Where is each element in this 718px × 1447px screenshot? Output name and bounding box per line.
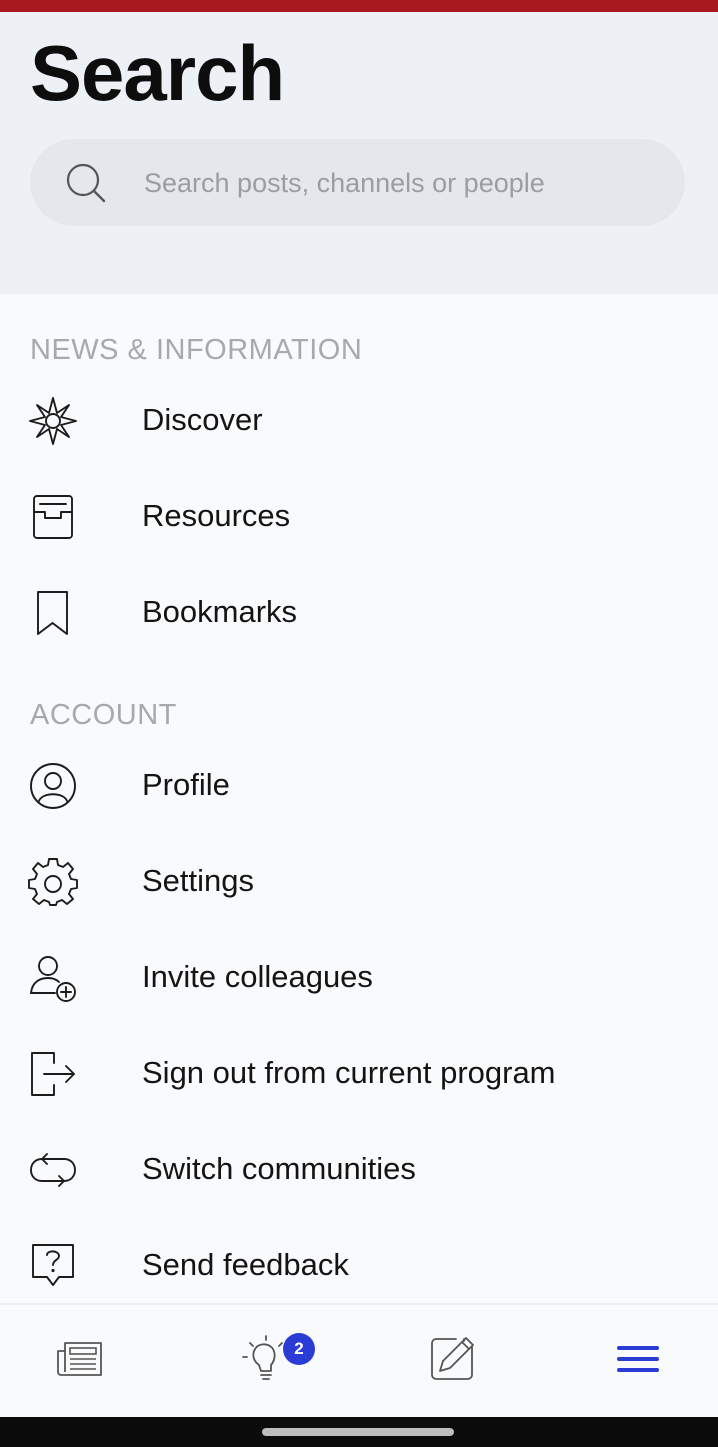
gesture-handle[interactable] bbox=[262, 1428, 454, 1436]
nav-feed-button[interactable] bbox=[18, 1305, 138, 1417]
compose-pencil-icon bbox=[428, 1335, 476, 1383]
section-title-account: ACCOUNT bbox=[30, 699, 177, 731]
search-input[interactable] bbox=[142, 139, 666, 228]
search-bar[interactable] bbox=[30, 139, 685, 228]
search-icon bbox=[64, 161, 108, 205]
hamburger-menu-icon bbox=[614, 1335, 662, 1383]
nav-menu-button[interactable] bbox=[576, 1305, 696, 1417]
menu-item-label: Bookmarks bbox=[142, 594, 298, 629]
notification-badge: 2 bbox=[283, 1333, 315, 1365]
menu-item-label: Settings bbox=[142, 863, 255, 898]
menu-item-label: Invite colleagues bbox=[142, 959, 373, 994]
nav-compose-button[interactable] bbox=[390, 1305, 510, 1417]
menu-item-switch-communities[interactable]: Switch communities bbox=[0, 1121, 718, 1217]
inbox-tray-icon bbox=[28, 492, 78, 542]
bookmark-icon bbox=[28, 588, 78, 638]
menu-item-resources[interactable]: Resources bbox=[0, 468, 718, 564]
system-gesture-bar bbox=[0, 1417, 718, 1447]
compass-star-icon bbox=[28, 396, 78, 446]
user-add-icon bbox=[28, 953, 78, 1003]
gear-icon bbox=[28, 857, 78, 907]
menu-item-settings[interactable]: Settings bbox=[0, 833, 718, 929]
page-title: Search bbox=[30, 29, 285, 117]
menu-item-invite-colleagues[interactable]: Invite colleagues bbox=[0, 929, 718, 1025]
menu-item-label: Sign out from current program bbox=[142, 1055, 556, 1090]
menu-item-sign-out[interactable]: Sign out from current program bbox=[0, 1025, 718, 1121]
menu-item-label: Send feedback bbox=[142, 1247, 349, 1282]
newspaper-icon bbox=[56, 1335, 104, 1383]
bottom-nav bbox=[0, 1303, 718, 1417]
menu-item-send-feedback[interactable]: Send feedback bbox=[0, 1217, 718, 1313]
menu-item-label: Profile bbox=[142, 767, 230, 802]
feedback-question-icon bbox=[28, 1241, 78, 1291]
section-title-news: NEWS & INFORMATION bbox=[30, 334, 363, 366]
menu-item-bookmarks[interactable]: Bookmarks bbox=[0, 564, 718, 660]
lightbulb-icon bbox=[242, 1335, 290, 1383]
search-header: Search bbox=[0, 12, 718, 294]
menu-item-profile[interactable]: Profile bbox=[0, 737, 718, 833]
sign-out-icon bbox=[28, 1049, 78, 1099]
menu-item-discover[interactable]: Discover bbox=[0, 372, 718, 468]
user-circle-icon bbox=[28, 761, 78, 811]
switch-arrows-icon bbox=[28, 1145, 78, 1195]
menu-item-label: Switch communities bbox=[142, 1151, 416, 1186]
menu-item-label: Discover bbox=[142, 402, 263, 437]
menu-item-label: Resources bbox=[142, 498, 291, 533]
status-strip bbox=[0, 0, 718, 12]
